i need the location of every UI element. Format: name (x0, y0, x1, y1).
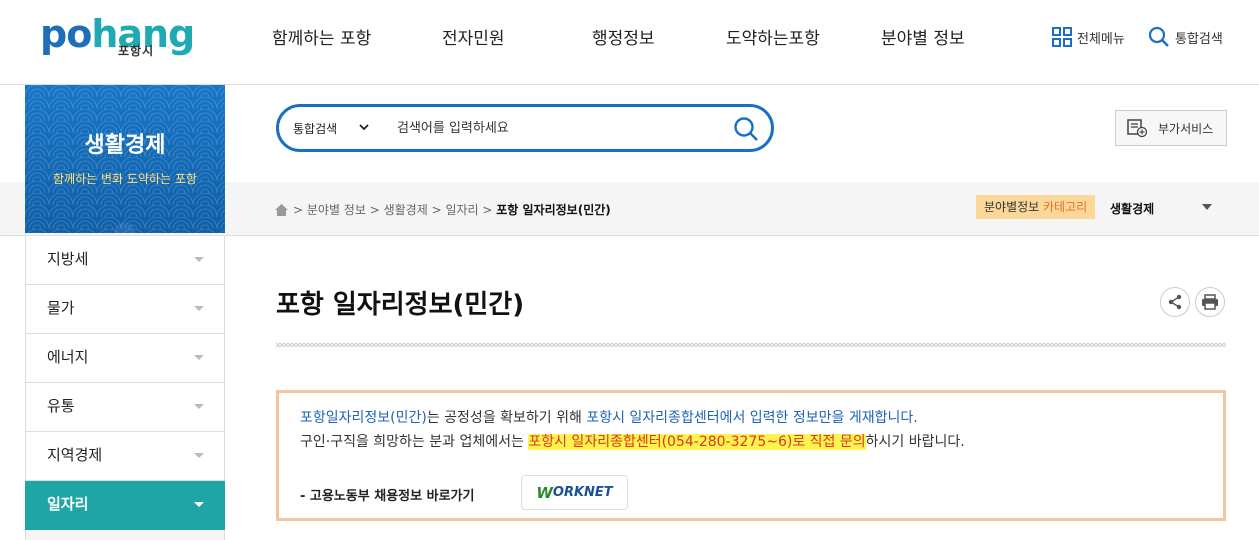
header-search-label: 통합검색 (1175, 31, 1223, 47)
side-menu: 지방세 물가 에너지 유통 지역경제 일자리 (25, 236, 225, 540)
side-menu-item-local-economy[interactable]: 지역경제 (25, 432, 225, 481)
all-menu-button[interactable]: 전체메뉴 (1052, 26, 1125, 48)
document-add-icon (1127, 119, 1148, 138)
nav-item-e-civil[interactable]: 전자민원 (442, 24, 505, 49)
home-icon[interactable] (274, 203, 289, 217)
extra-service-label: 부가서비스 (1158, 121, 1214, 136)
side-menu-item-distribution[interactable]: 유통 (25, 383, 225, 432)
all-menu-label: 전체메뉴 (1077, 31, 1125, 47)
printer-icon (1202, 294, 1218, 310)
caret-down-icon (194, 502, 204, 507)
share-icon (1168, 294, 1182, 310)
section-title: 생활경제 (84, 133, 166, 158)
wave-pattern (25, 85, 225, 233)
breadcrumb: > 분야별 정보 > 생활경제 > 일자리 > 포항 일자리정보(민간) (274, 201, 611, 218)
nav-item-together[interactable]: 함께하는 포항 (272, 24, 371, 49)
search-bar: 통합검색 (276, 104, 774, 152)
breadcrumb-item[interactable]: 일자리 (445, 201, 478, 218)
decorative-divider (276, 340, 1226, 350)
nav-item-admin-info[interactable]: 행정정보 (592, 24, 655, 49)
search-scope-select[interactable]: 통합검색 (293, 120, 337, 137)
side-menu-item-prices[interactable]: 물가 (25, 285, 225, 334)
pohang-logo[interactable]: pohang 포항시 (40, 14, 195, 69)
search-icon (1148, 26, 1169, 47)
breadcrumb-item[interactable]: 생활경제 (384, 201, 428, 218)
section-slogan: 함께하는 변화 도약하는 포항 (53, 172, 197, 186)
worknet-logo: W (536, 483, 553, 502)
nav-item-leap[interactable]: 도약하는포항 (726, 24, 820, 49)
logo-subtitle: 포항시 (118, 44, 155, 58)
worknet-link-button[interactable]: W ORKNET (521, 475, 628, 510)
search-submit-icon[interactable] (733, 116, 759, 142)
category-badge: 분야별정보 카테고리 (976, 195, 1096, 219)
print-button[interactable] (1195, 287, 1225, 317)
caret-down-icon (194, 306, 204, 311)
notice-line-2: 구인·구직을 희망하는 분과 업체에서는 포항시 일자리종합센터(054-280… (300, 434, 965, 450)
contact-highlight: 포항시 일자리종합센터(054-280-3275~6)로 직접 문의 (528, 434, 866, 450)
section-title-panel: 생활경제 함께하는 변화 도약하는 포항 (25, 85, 225, 233)
header-search-button[interactable]: 통합검색 (1148, 26, 1223, 48)
page-title: 포항 일자리정보(민간) (276, 290, 525, 320)
header: pohang 포항시 함께하는 포항 전자민원 행정정보 도약하는포항 분야별 … (0, 0, 1259, 85)
chevron-down-icon[interactable] (359, 123, 369, 131)
notice-line-1: 포항일자리정보(민간)는 공정성을 확보하기 위해 포항시 일자리종합센터에서 … (300, 410, 918, 426)
grid-icon (1052, 27, 1072, 47)
side-menu-item-local-tax[interactable]: 지방세 (25, 236, 225, 285)
breadcrumb-item[interactable]: 분야별 정보 (307, 201, 366, 218)
caret-down-icon (194, 453, 204, 458)
page: pohang 포항시 함께하는 포항 전자민원 행정정보 도약하는포항 분야별 … (0, 0, 1259, 540)
caret-down-icon (194, 404, 204, 409)
share-button[interactable] (1160, 287, 1190, 317)
side-menu-item-energy[interactable]: 에너지 (25, 334, 225, 383)
caret-down-icon (194, 355, 204, 360)
worknet-link-label: - 고용노동부 채용정보 바로가기 (300, 489, 475, 504)
category-select-value[interactable]: 생활경제 (1110, 200, 1154, 217)
side-menu-item-jobs[interactable]: 일자리 (25, 481, 225, 530)
breadcrumb-current: 포항 일자리정보(민간) (496, 203, 611, 217)
caret-down-icon[interactable] (1202, 204, 1212, 210)
side-submenu-area (25, 530, 225, 540)
notice-box: 포항일자리정보(민간)는 공정성을 확보하기 위해 포항시 일자리종합센터에서 … (276, 390, 1226, 521)
search-input[interactable] (397, 117, 717, 139)
nav-item-field-info[interactable]: 분야별 정보 (881, 24, 965, 49)
extra-service-button[interactable]: 부가서비스 (1115, 110, 1227, 146)
caret-down-icon (194, 257, 204, 262)
